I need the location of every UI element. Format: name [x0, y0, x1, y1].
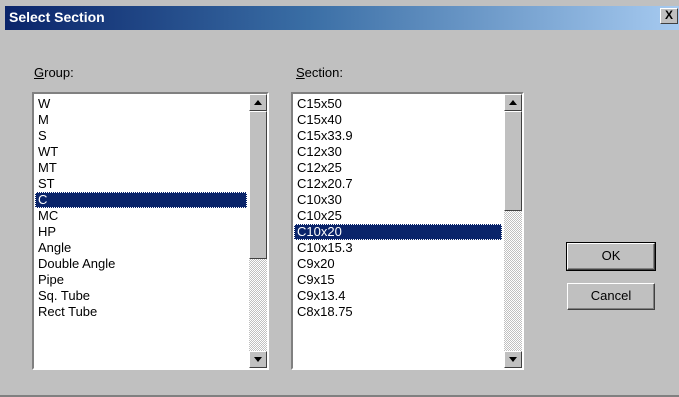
- group-list-item[interactable]: Angle: [35, 240, 247, 256]
- close-icon[interactable]: X: [660, 8, 678, 24]
- section-scroll-down-button[interactable]: [504, 351, 522, 368]
- group-label: Group:: [34, 65, 74, 80]
- dialog-title: Select Section: [9, 9, 105, 25]
- section-scroll-up-button[interactable]: [504, 94, 522, 111]
- section-list-item[interactable]: C12x20.7: [294, 176, 502, 192]
- section-list-item[interactable]: C10x15.3: [294, 240, 502, 256]
- section-list-item[interactable]: C9x20: [294, 256, 502, 272]
- arrow-down-icon: [509, 357, 517, 362]
- group-list-item[interactable]: Sq. Tube: [35, 288, 247, 304]
- cancel-button[interactable]: Cancel: [567, 283, 655, 310]
- section-list-item[interactable]: C15x50: [294, 96, 502, 112]
- section-list-item[interactable]: C10x25: [294, 208, 502, 224]
- group-list-item[interactable]: WT: [35, 144, 247, 160]
- select-section-dialog: Select Section X Group: W M S WT MT ST C MC HP An…: [0, 0, 679, 397]
- section-list-item[interactable]: C8x18.75: [294, 304, 502, 320]
- section-listbox[interactable]: C15x50 C15x40 C15x33.9 C12x30 C12x25 C12x20.7…: [291, 92, 524, 370]
- group-list-item[interactable]: Pipe: [35, 272, 247, 288]
- section-list-item[interactable]: C15x40: [294, 112, 502, 128]
- section-list-item[interactable]: C10x30: [294, 192, 502, 208]
- group-label-mnemonic: G: [34, 65, 45, 80]
- group-list-item[interactable]: Rect Tube: [35, 304, 247, 320]
- arrow-up-icon: [254, 100, 262, 105]
- group-list-item[interactable]: MC: [35, 208, 247, 224]
- group-list-item[interactable]: ST: [35, 176, 247, 192]
- section-label-mnemonic: S: [296, 65, 305, 80]
- section-label-rest: ection:: [304, 65, 343, 80]
- ok-button[interactable]: OK: [566, 242, 656, 271]
- group-list-item[interactable]: MT: [35, 160, 247, 176]
- group-scroll-up-button[interactable]: [249, 94, 267, 111]
- group-list-item[interactable]: M: [35, 112, 247, 128]
- section-list-items: C15x50 C15x40 C15x33.9 C12x30 C12x25 C12x20.7…: [294, 96, 502, 320]
- group-scroll-down-button[interactable]: [249, 351, 267, 368]
- group-label-rest: roup:: [44, 65, 74, 80]
- group-listbox[interactable]: W M S WT MT ST C MC HP Angle Double Angle Pipe Sq. T…: [32, 92, 269, 370]
- arrow-up-icon: [509, 100, 517, 105]
- group-list-item[interactable]: Double Angle: [35, 256, 247, 272]
- section-list-item[interactable]: C9x15: [294, 272, 502, 288]
- title-bar[interactable]: Select Section X: [5, 6, 679, 30]
- group-scrollbar[interactable]: [249, 94, 267, 368]
- group-scroll-thumb[interactable]: [249, 111, 267, 259]
- section-list-item[interactable]: C12x30: [294, 144, 502, 160]
- section-list-item[interactable]: C15x33.9: [294, 128, 502, 144]
- section-list-item[interactable]: C10x20: [294, 224, 502, 240]
- group-list-items: W M S WT MT ST C MC HP Angle Double Angle Pipe Sq. T…: [35, 96, 247, 320]
- section-scroll-thumb[interactable]: [504, 111, 522, 211]
- group-list-item[interactable]: HP: [35, 224, 247, 240]
- group-list-item[interactable]: S: [35, 128, 247, 144]
- section-list-item[interactable]: C12x25: [294, 160, 502, 176]
- section-label: Section:: [296, 65, 343, 80]
- group-list-item[interactable]: C: [35, 192, 247, 208]
- group-list-item[interactable]: W: [35, 96, 247, 112]
- arrow-down-icon: [254, 357, 262, 362]
- section-scrollbar[interactable]: [504, 94, 522, 368]
- section-list-item[interactable]: C9x13.4: [294, 288, 502, 304]
